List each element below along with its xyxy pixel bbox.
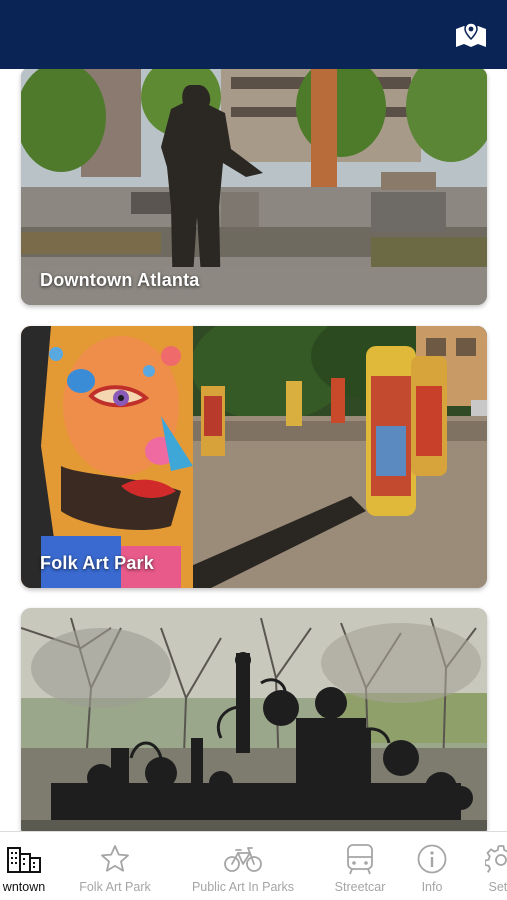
tab-downtown[interactable]: wntown xyxy=(0,832,62,900)
streetcar-icon xyxy=(347,844,373,875)
tab-streetcar[interactable]: Streetcar xyxy=(322,832,398,900)
tab-label: Folk Art Park xyxy=(79,880,151,894)
folk-art-park-card[interactable]: Folk Art Park xyxy=(21,326,487,588)
map-marker-icon xyxy=(456,22,486,47)
tab-label: Info xyxy=(421,880,443,894)
tab-info[interactable]: Info xyxy=(404,832,460,900)
city-buildings-icon xyxy=(7,847,41,873)
downtown-atlanta-card[interactable]: Downtown Atlanta xyxy=(21,69,487,305)
public-art-park-photo xyxy=(21,608,487,831)
card-title: Folk Art Park xyxy=(40,553,154,573)
bottom-tab-bar: wntown Folk Art Park Public Art In Parks… xyxy=(0,831,507,900)
gear-icon xyxy=(485,845,507,873)
content-list[interactable]: Downtown Atlanta Folk Art Park xyxy=(0,69,507,831)
tab-public-art-in-parks[interactable]: Public Art In Parks xyxy=(178,832,308,900)
app-header xyxy=(0,0,507,69)
tab-label: wntown xyxy=(2,880,46,894)
tab-folk-art-park[interactable]: Folk Art Park xyxy=(70,832,160,900)
info-icon xyxy=(417,844,447,874)
tab-settings[interactable]: Setti xyxy=(471,832,507,900)
tab-label: Streetcar xyxy=(334,880,386,894)
tab-label: Public Art In Parks xyxy=(191,880,295,894)
public-art-park-card[interactable] xyxy=(21,608,487,831)
star-icon xyxy=(101,845,129,872)
bicycle-icon xyxy=(224,847,262,872)
tab-label: Setti xyxy=(488,880,507,894)
map-button[interactable] xyxy=(453,20,489,50)
folk-art-park-photo xyxy=(21,326,487,588)
card-title: Downtown Atlanta xyxy=(40,270,200,290)
